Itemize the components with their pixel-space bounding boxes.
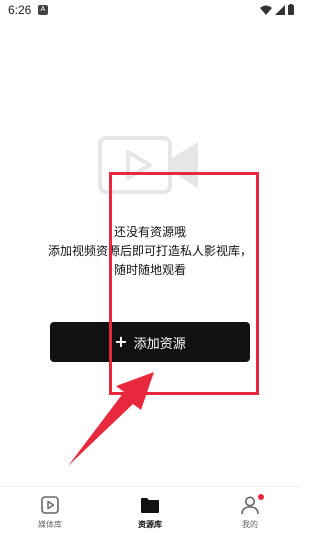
tab-mine[interactable]: 我的 <box>200 487 300 533</box>
bottom-nav: 媒体库 资源库 我的 <box>0 486 300 533</box>
tab-media-library[interactable]: 媒体库 <box>0 487 100 533</box>
play-square-icon <box>39 494 61 516</box>
tab-resource-library[interactable]: 资源库 <box>100 487 200 533</box>
wifi-icon <box>260 5 272 15</box>
tab-resource-library-label: 资源库 <box>138 520 162 529</box>
notification-badge-dot <box>258 494 264 500</box>
tab-mine-label: 我的 <box>242 520 258 529</box>
annotation-highlight-box <box>109 172 259 395</box>
folder-icon <box>139 494 161 516</box>
signal-icon <box>275 4 285 15</box>
person-icon <box>239 494 264 516</box>
status-time: 6:26 <box>8 3 32 17</box>
tab-media-library-label: 媒体库 <box>38 520 62 529</box>
status-bar: 6:26 A <box>0 0 300 22</box>
notification-icon: A <box>38 5 48 15</box>
battery-icon <box>288 4 294 15</box>
status-icons <box>260 4 294 15</box>
